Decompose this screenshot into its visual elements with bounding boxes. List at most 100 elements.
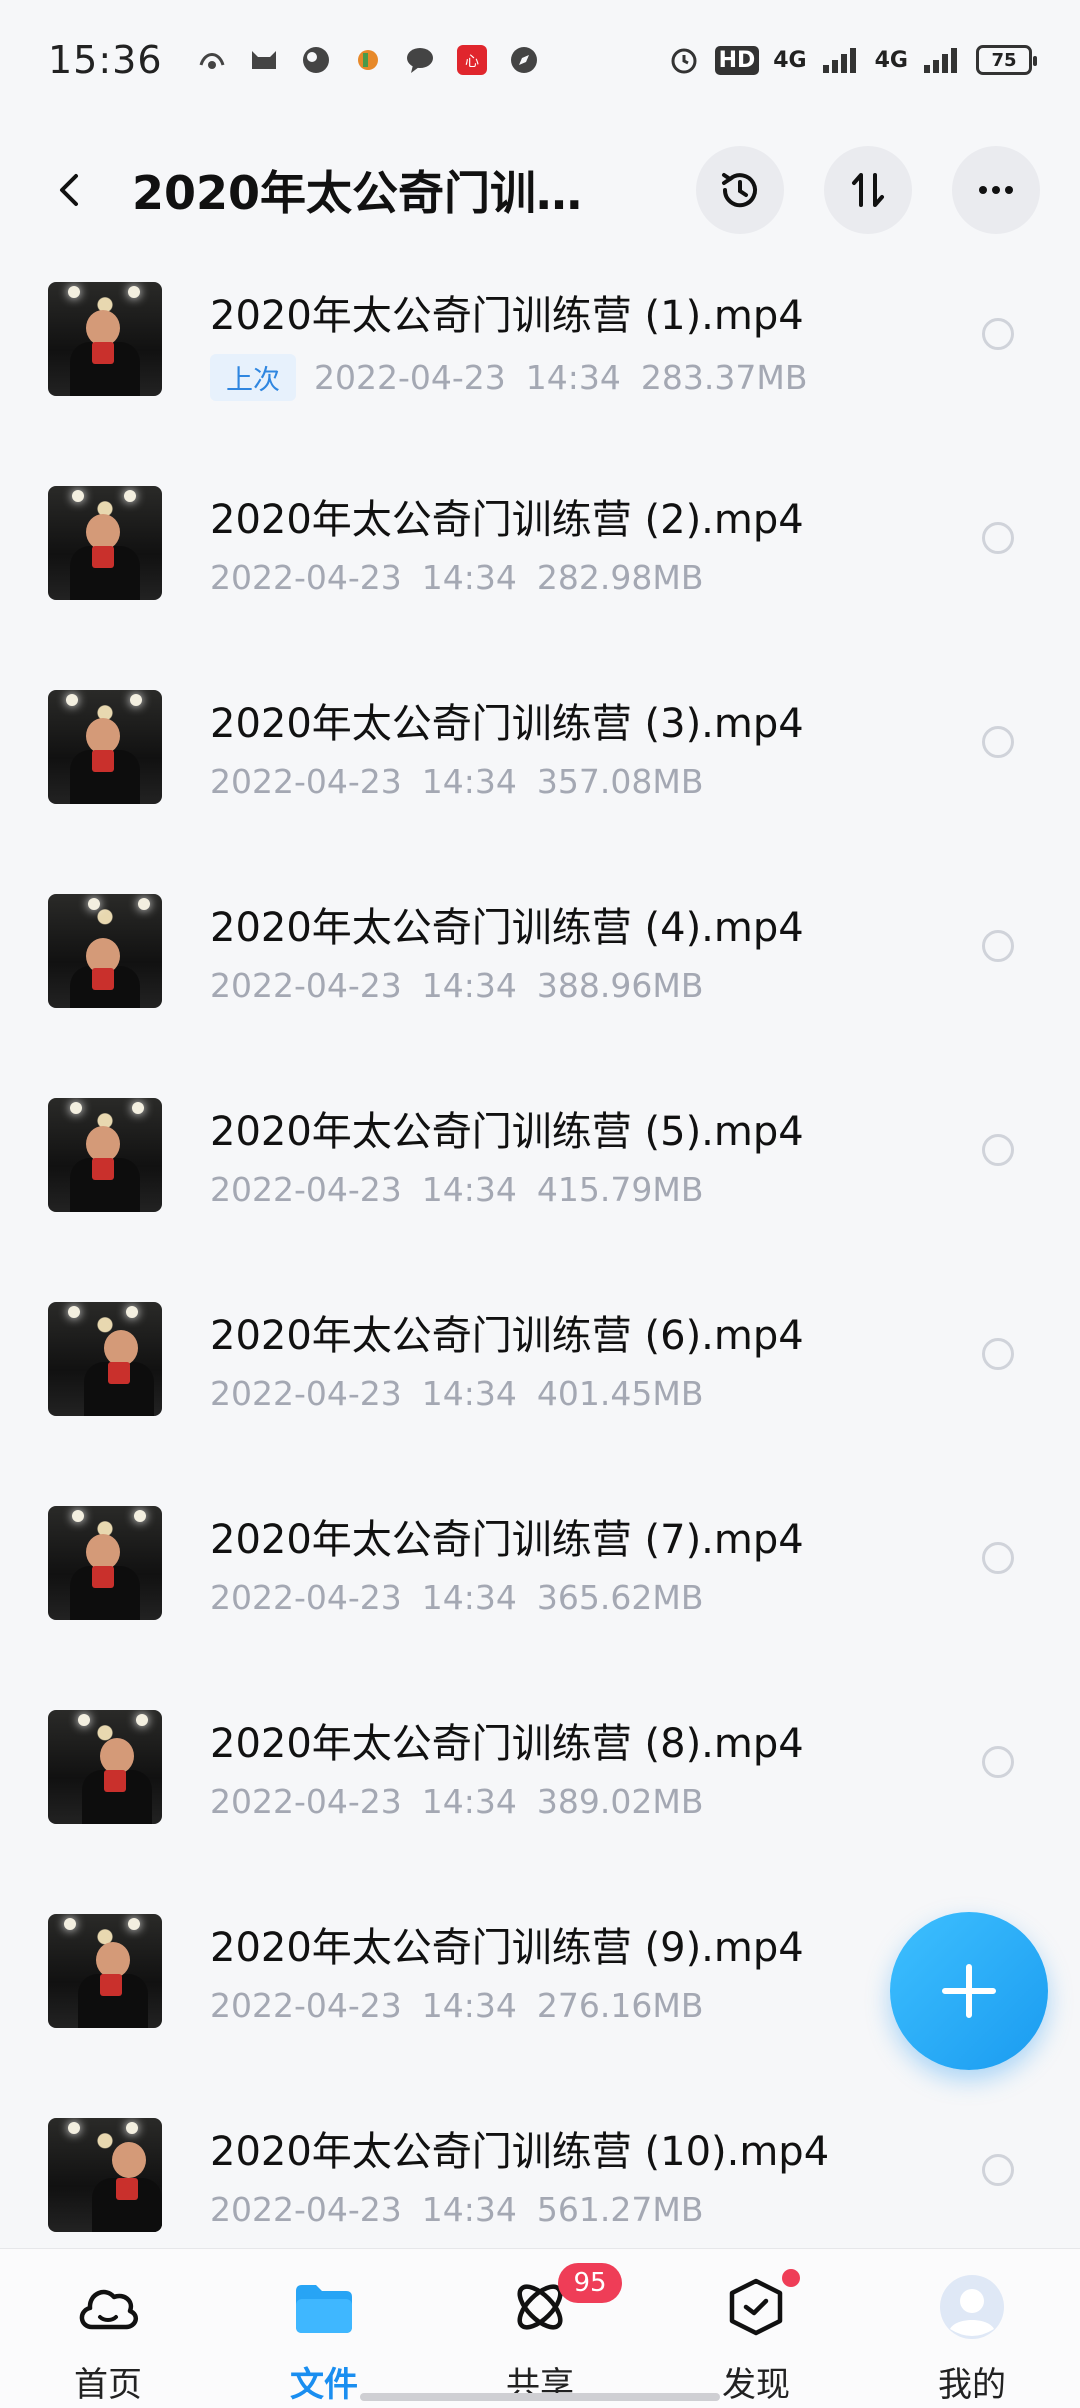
status-right: HD 4G 4G 75 — [667, 43, 1037, 77]
file-time: 14:34 — [421, 1986, 517, 2025]
video-thumbnail — [48, 1098, 162, 1212]
file-date: 2022-04-23 — [210, 1578, 402, 1617]
file-name: 2020年太公奇门训练营 (10).mp4 — [210, 2129, 830, 2175]
nav-label: 发现 — [722, 2365, 790, 2405]
more-button[interactable] — [952, 146, 1040, 234]
select-checkbox[interactable] — [982, 318, 1014, 350]
sort-icon — [852, 173, 884, 207]
file-time: 14:34 — [421, 558, 517, 597]
file-meta: 2022-04-23 14:34 388.96MB — [210, 966, 1080, 1005]
file-row[interactable]: 2020年太公奇门训练营 (6).mp4 2022-04-23 14:34 40… — [0, 1288, 1080, 1492]
file-meta: 2022-04-23 14:34 561.27MB — [210, 2190, 1080, 2229]
video-thumbnail — [48, 1506, 162, 1620]
video-thumbnail — [48, 894, 162, 1008]
file-size: 561.27MB — [536, 2190, 704, 2229]
back-button[interactable] — [48, 168, 92, 212]
nav-label: 我的 — [938, 2365, 1006, 2405]
file-row[interactable]: 2020年太公奇门训练营 (3).mp4 2022-04-23 14:34 35… — [0, 676, 1080, 880]
share-badge: 95 — [558, 2263, 622, 2303]
sort-button[interactable] — [824, 146, 912, 234]
video-thumbnail — [48, 282, 162, 396]
network-indicator-1: 4G — [773, 47, 807, 73]
file-size: 282.98MB — [536, 558, 704, 597]
file-size: 276.16MB — [536, 1986, 704, 2025]
plus-icon — [942, 1964, 996, 2018]
file-date: 2022-04-23 — [210, 558, 402, 597]
history-button[interactable] — [696, 146, 784, 234]
nav-item-home[interactable]: 首页 — [8, 2249, 208, 2406]
file-row[interactable]: 2020年太公奇门训练营 (8).mp4 2022-04-23 14:34 38… — [0, 1696, 1080, 1900]
home-indicator[interactable] — [360, 2393, 720, 2401]
file-row[interactable]: 2020年太公奇门训练营 (7).mp4 2022-04-23 14:34 36… — [0, 1492, 1080, 1696]
file-time: 14:34 — [421, 762, 517, 801]
news-app-icon: 心 — [456, 45, 487, 75]
file-name: 2020年太公奇门训练营 (1).mp4 — [210, 293, 804, 339]
nav-item-me[interactable]: 我的 — [872, 2249, 1072, 2406]
select-checkbox[interactable] — [982, 726, 1014, 758]
nav-label: 首页 — [74, 2365, 142, 2405]
file-name: 2020年太公奇门训练营 (6).mp4 — [210, 1313, 804, 1359]
video-thumbnail — [48, 690, 162, 804]
video-thumbnail — [48, 486, 162, 600]
discover-notification-dot — [782, 2269, 800, 2287]
file-row[interactable]: 2020年太公奇门训练营 (2).mp4 2022-04-23 14:34 28… — [0, 472, 1080, 676]
file-meta: 2022-04-23 14:34 389.02MB — [210, 1782, 1080, 1821]
file-name: 2020年太公奇门训练营 (8).mp4 — [210, 1721, 804, 1767]
select-checkbox[interactable] — [982, 2154, 1014, 2186]
file-name: 2020年太公奇门训练营 (2).mp4 — [210, 497, 804, 543]
file-time: 14:34 — [421, 1782, 517, 1821]
file-time: 14:34 — [421, 2190, 517, 2229]
file-row[interactable]: 2020年太公奇门训练营 (4).mp4 2022-04-23 14:34 38… — [0, 880, 1080, 1084]
video-thumbnail — [48, 2118, 162, 2232]
file-name: 2020年太公奇门训练营 (3).mp4 — [210, 701, 804, 747]
select-checkbox[interactable] — [982, 930, 1014, 962]
folder-icon — [288, 2271, 360, 2343]
file-time: 14:34 — [421, 1170, 517, 1209]
file-date: 2022-04-23 — [314, 358, 506, 397]
add-button[interactable] — [890, 1912, 1048, 2070]
svg-text:心: 心 — [465, 54, 479, 70]
file-name: 2020年太公奇门训练营 (4).mp4 — [210, 905, 804, 951]
file-date: 2022-04-23 — [210, 1986, 402, 2025]
nav-label: 文件 — [290, 2365, 358, 2405]
browser-icon — [302, 47, 329, 73]
file-size: 357.08MB — [536, 762, 704, 801]
nav-item-files[interactable]: 文件 — [224, 2249, 424, 2406]
file-row[interactable]: 2020年太公奇门训练营 (1).mp4 上次 2022-04-23 14:34… — [0, 268, 1080, 472]
signal-icon-2 — [924, 48, 957, 73]
select-checkbox[interactable] — [982, 522, 1014, 554]
chat-icon — [406, 48, 433, 73]
select-checkbox[interactable] — [982, 1134, 1014, 1166]
compass-icon — [510, 47, 537, 73]
alarm-icon — [671, 48, 697, 74]
status-left: 15:36 心 — [48, 38, 541, 82]
cat-icon — [251, 51, 276, 69]
nav-item-discover[interactable]: 发现 — [656, 2249, 856, 2406]
select-checkbox[interactable] — [982, 1746, 1014, 1778]
file-date: 2022-04-23 — [210, 2190, 402, 2229]
select-checkbox[interactable] — [982, 1338, 1014, 1370]
back-icon — [60, 174, 78, 206]
file-date: 2022-04-23 — [210, 1374, 402, 1413]
battery-level: 75 — [991, 49, 1017, 71]
file-meta: 2022-04-23 14:34 365.62MB — [210, 1578, 1080, 1617]
file-date: 2022-04-23 — [210, 1782, 402, 1821]
file-row[interactable]: 2020年太公奇门训练营 (5).mp4 2022-04-23 14:34 41… — [0, 1084, 1080, 1288]
nav-item-share[interactable]: 95 共享 — [440, 2249, 640, 2406]
avatar-icon — [936, 2271, 1008, 2343]
file-browser-screen: 15:36 心 HD 4G 4G 75 2020年太公奇门训… 2020年太公奇… — [0, 0, 1080, 2408]
file-meta: 2022-04-23 14:34 282.98MB — [210, 558, 1080, 597]
status-bar: 15:36 心 HD 4G 4G 75 — [0, 0, 1080, 120]
more-icon — [979, 186, 1013, 194]
file-meta: 2022-04-23 14:34 401.45MB — [210, 1374, 1080, 1413]
file-size: 389.02MB — [536, 1782, 704, 1821]
share-atom-icon: 95 — [504, 2263, 622, 2343]
history-icon — [722, 173, 757, 208]
select-checkbox[interactable] — [982, 1542, 1014, 1574]
file-size: 365.62MB — [536, 1578, 704, 1617]
file-time: 14:34 — [421, 1578, 517, 1617]
top-bar: 2020年太公奇门训… — [0, 140, 1080, 240]
file-time: 14:34 — [525, 358, 621, 397]
network-indicator-2: 4G — [874, 47, 908, 73]
battery-icon: 75 — [976, 45, 1037, 75]
